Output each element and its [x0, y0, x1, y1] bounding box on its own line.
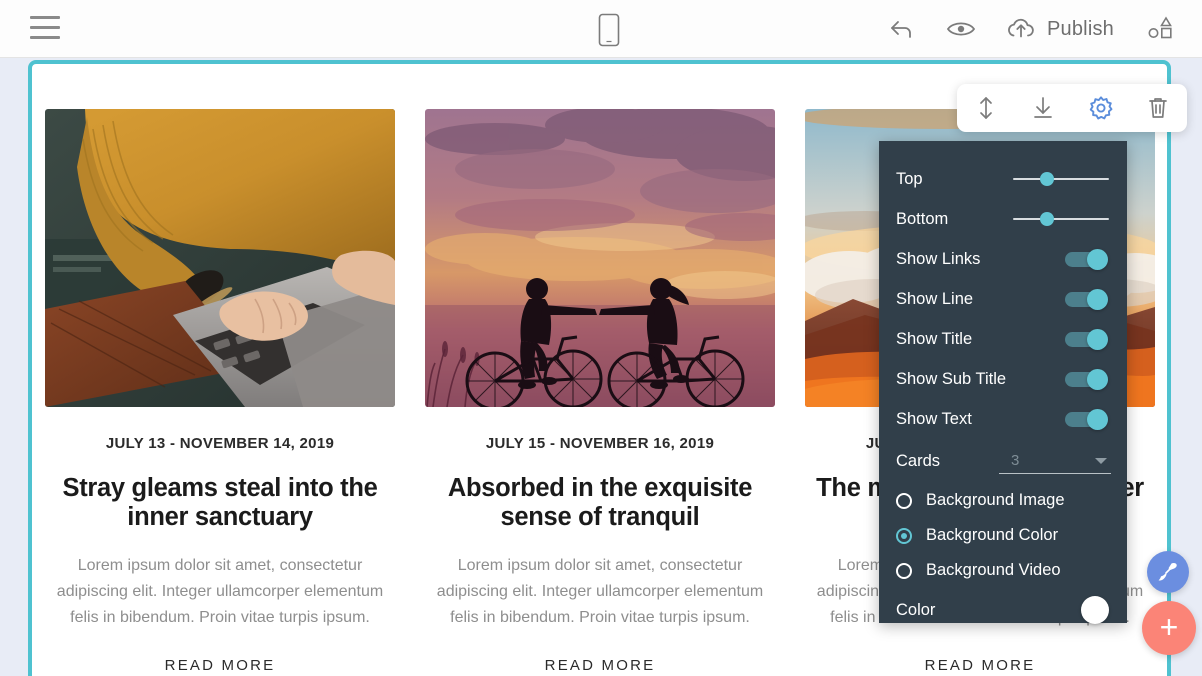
card-text: Lorem ipsum dolor sit amet, consectetur … — [56, 557, 384, 626]
show-title-toggle[interactable] — [1065, 329, 1109, 350]
slider-thumb[interactable] — [1040, 212, 1054, 226]
cards-count-select[interactable]: 3 — [999, 448, 1111, 474]
setting-row-show-links: Show Links — [879, 239, 1127, 279]
slider-track — [1013, 218, 1109, 220]
setting-label-show-line: Show Line — [896, 289, 974, 308]
setting-label-show-text: Show Text — [896, 409, 972, 428]
setting-row-show-sub-title: Show Sub Title — [879, 359, 1127, 399]
setting-row-bottom: Bottom — [879, 199, 1127, 239]
download-arrow-icon[interactable] — [1020, 88, 1066, 128]
undo-button[interactable] — [873, 0, 931, 58]
setting-label-color: Color — [896, 600, 936, 619]
card-text: Lorem ipsum dolor sit amet, consectetur … — [436, 557, 764, 626]
publish-label: Publish — [1047, 17, 1114, 40]
add-element-fab[interactable]: + — [1142, 601, 1196, 655]
mobile-device-icon[interactable] — [598, 13, 620, 47]
toggle-knob — [1087, 409, 1108, 430]
setting-row-show-title: Show Title — [879, 319, 1127, 359]
top-toolbar-actions: Publish — [873, 0, 1190, 58]
paint-brush-fab[interactable] — [1147, 551, 1189, 593]
setting-row-color: Color — [879, 588, 1127, 632]
move-vertical-icon[interactable] — [963, 88, 1009, 128]
radio-label-background-image: Background Image — [926, 491, 1065, 509]
radio-background-image[interactable]: Background Image — [879, 483, 1127, 518]
cards-count-value: 3 — [1011, 452, 1020, 469]
card-item[interactable]: JULY 13 - NOVEMBER 14, 2019 Stray gleams… — [45, 109, 395, 674]
element-action-toolbar — [957, 84, 1187, 132]
slider-thumb[interactable] — [1040, 172, 1054, 186]
card-date: JULY 13 - NOVEMBER 14, 2019 — [105, 435, 335, 452]
setting-label-top: Top — [896, 169, 923, 188]
color-swatch-button[interactable] — [1081, 596, 1109, 624]
hamburger-menu-icon[interactable] — [30, 16, 60, 40]
setting-label-cards: Cards — [896, 451, 941, 470]
chevron-down-icon — [1095, 457, 1107, 464]
slider-track — [1013, 178, 1109, 180]
shapes-elements-button[interactable] — [1132, 0, 1190, 58]
card-image-laptop — [45, 109, 395, 407]
setting-label-show-links: Show Links — [896, 249, 981, 268]
setting-row-show-line: Show Line — [879, 279, 1127, 319]
setting-row-cards: Cards 3 — [879, 439, 1127, 483]
toggle-knob — [1087, 249, 1108, 270]
show-line-toggle[interactable] — [1065, 289, 1109, 310]
app-root: Publish JULY 13 - NOVEMBER 14, 2019 Stra… — [0, 0, 1202, 676]
radio-background-video[interactable]: Background Video — [879, 553, 1127, 588]
top-padding-slider[interactable] — [1013, 170, 1109, 188]
card-image-cyclists — [425, 109, 775, 407]
card-read-more-link[interactable]: READ MORE — [425, 657, 775, 674]
top-toolbar: Publish — [0, 0, 1202, 58]
radio-label-background-color: Background Color — [926, 526, 1059, 544]
show-links-toggle[interactable] — [1065, 249, 1109, 270]
show-text-toggle[interactable] — [1065, 409, 1109, 430]
radio-background-color[interactable]: Background Color — [879, 518, 1127, 553]
toggle-knob — [1087, 329, 1108, 350]
radio-circle-icon — [896, 492, 912, 509]
preview-button[interactable] — [931, 0, 991, 58]
plus-add-icon: + — [1159, 609, 1179, 645]
card-title: Absorbed in the exquisite sense of tranq… — [447, 474, 753, 531]
toggle-knob — [1087, 369, 1108, 390]
card-read-more-link[interactable]: READ MORE — [805, 657, 1155, 674]
radio-circle-icon — [896, 562, 912, 579]
setting-row-top: Top — [879, 159, 1127, 199]
radio-label-background-video: Background Video — [926, 561, 1061, 579]
hamburger-bar — [30, 26, 60, 29]
setting-row-show-text: Show Text — [879, 399, 1127, 439]
card-item[interactable]: JULY 15 - NOVEMBER 16, 2019 Absorbed in … — [425, 109, 775, 674]
publish-button[interactable]: Publish — [991, 0, 1132, 58]
element-settings-panel: Top Bottom Show Links Show Line Show Tit… — [879, 141, 1127, 624]
radio-circle-selected-icon — [896, 527, 912, 544]
show-sub-title-toggle[interactable] — [1065, 369, 1109, 390]
hamburger-bar — [30, 36, 60, 39]
trash-delete-icon[interactable] — [1135, 88, 1181, 128]
bottom-padding-slider[interactable] — [1013, 210, 1109, 228]
setting-label-show-sub-title: Show Sub Title — [896, 369, 1007, 388]
card-read-more-link[interactable]: READ MORE — [45, 657, 395, 674]
gear-settings-icon[interactable] — [1078, 88, 1124, 128]
setting-label-show-title: Show Title — [896, 329, 973, 348]
toggle-knob — [1087, 289, 1108, 310]
card-date: JULY 15 - NOVEMBER 16, 2019 — [485, 435, 715, 452]
hamburger-bar — [30, 16, 60, 19]
setting-label-bottom: Bottom — [896, 209, 949, 228]
card-title: Stray gleams steal into the inner sanctu… — [62, 474, 378, 531]
